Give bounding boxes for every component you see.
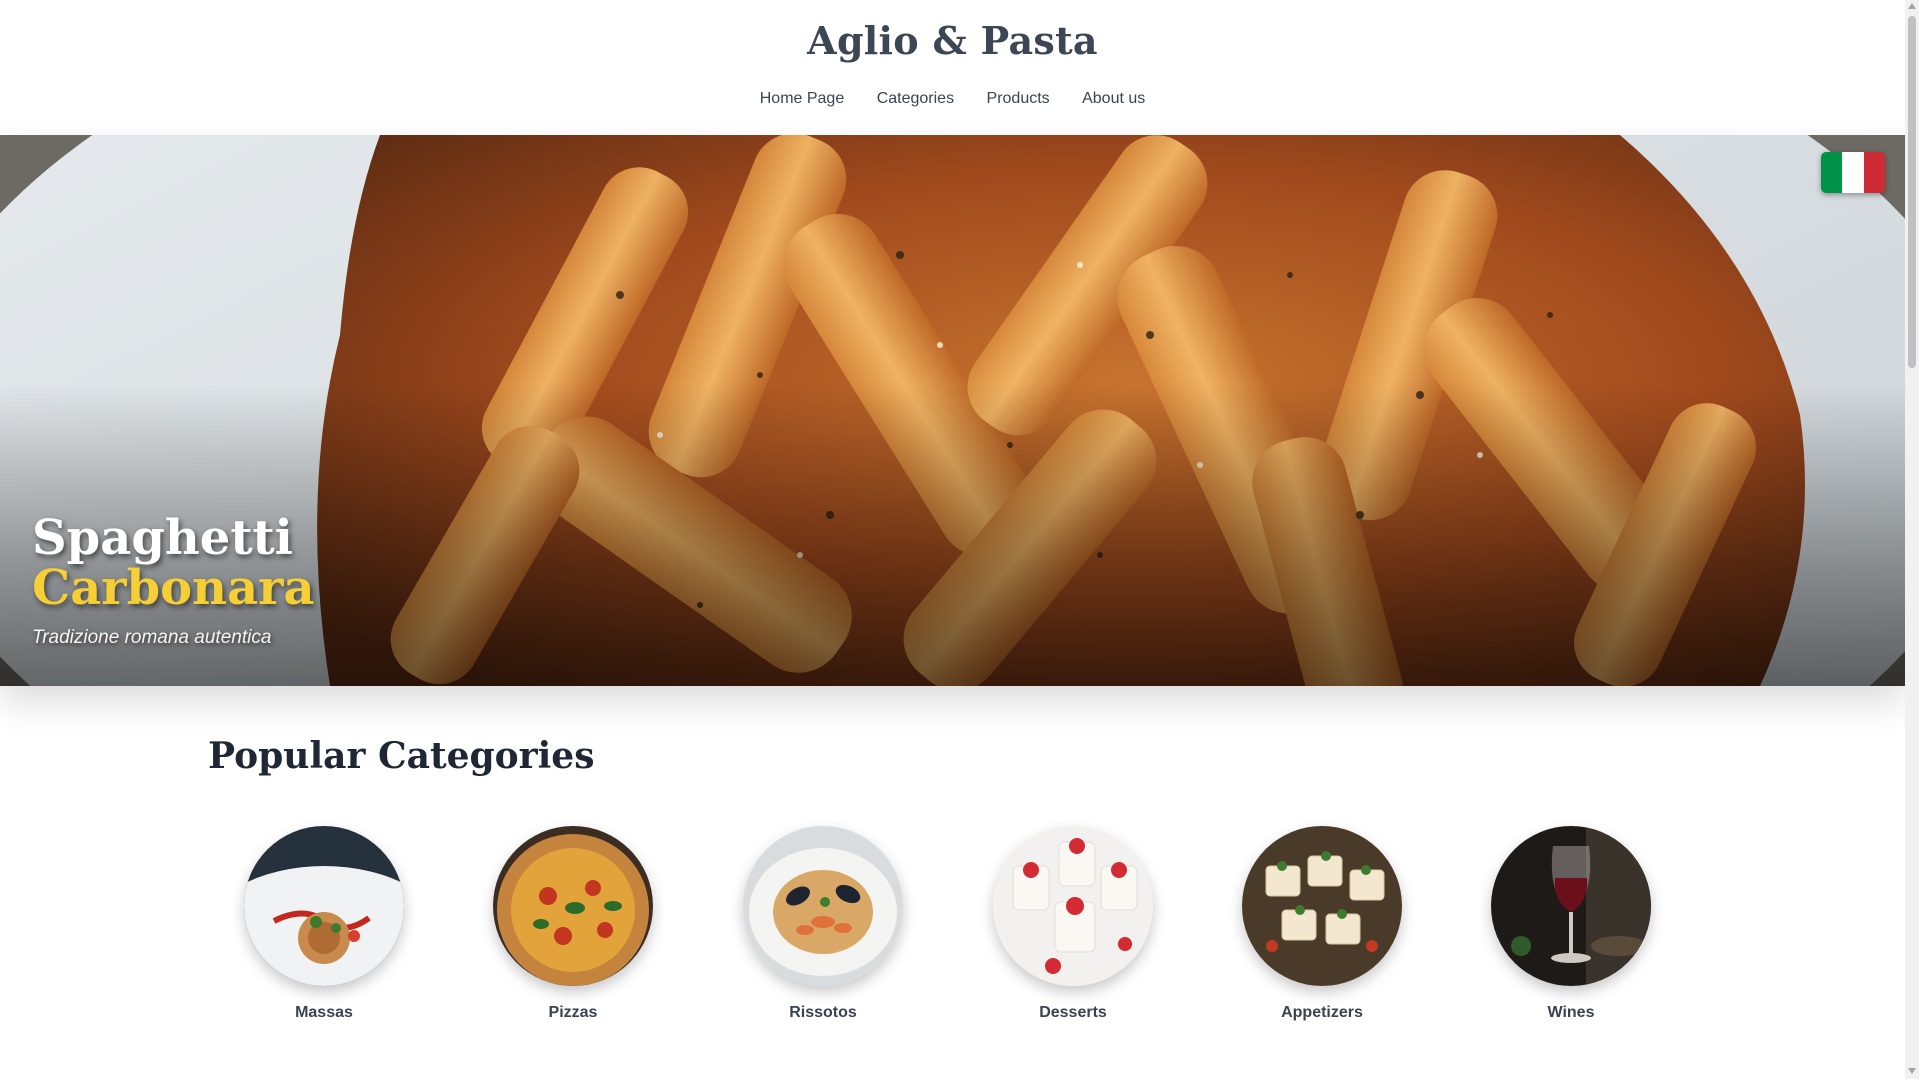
category-label[interactable]: Desserts: [993, 1004, 1153, 1022]
seafood-risotto-image[interactable]: [743, 826, 903, 986]
nav-categories-link[interactable]: Categories: [877, 90, 954, 108]
category-rissotos[interactable]: Rissotos: [743, 826, 903, 1022]
category-label[interactable]: Rissotos: [743, 1004, 903, 1022]
category-list: Massas Pizzas Rissotos Desserts Appetize…: [0, 826, 1905, 1026]
scroll-up-arrow-icon[interactable]: [1908, 3, 1916, 9]
hero-subtitle: Tradizione romana autentica: [32, 627, 272, 648]
hero-title-line2: Carbonara: [32, 560, 315, 616]
category-label[interactable]: Appetizers: [1242, 1004, 1402, 1022]
hero-title-line1: Spaghetti: [32, 510, 293, 566]
category-label[interactable]: Wines: [1491, 1004, 1651, 1022]
wine-glass-image[interactable]: [1491, 826, 1651, 986]
page-scrollbar[interactable]: [1905, 0, 1919, 1079]
scrollbar-thumb[interactable]: [1908, 16, 1916, 368]
hero-title: Spaghetti Carbonara: [32, 513, 315, 613]
hero-banner: Spaghetti Carbonara Tradizione romana au…: [0, 135, 1905, 686]
nav-about-link[interactable]: About us: [1082, 90, 1145, 108]
category-label[interactable]: Pizzas: [493, 1004, 653, 1022]
nav-products-link[interactable]: Products: [987, 90, 1050, 108]
flag-green-band: [1821, 152, 1843, 193]
pizza-image[interactable]: [493, 826, 653, 986]
nav-home-link[interactable]: Home Page: [760, 90, 845, 108]
category-wines[interactable]: Wines: [1491, 826, 1651, 1022]
page: Aglio & Pasta Home Page Categories Produ…: [0, 0, 1905, 1079]
category-desserts[interactable]: Desserts: [993, 826, 1153, 1022]
main-nav: Home Page Categories Products About us: [0, 90, 1905, 108]
appetizers-image[interactable]: [1242, 826, 1402, 986]
category-label[interactable]: Massas: [244, 1004, 404, 1022]
category-pizzas[interactable]: Pizzas: [493, 826, 653, 1022]
popular-categories-heading: Popular Categories: [208, 735, 595, 777]
flag-red-band: [1863, 152, 1885, 193]
site-logo[interactable]: Aglio & Pasta: [0, 18, 1905, 63]
category-massas[interactable]: Massas: [244, 826, 404, 1022]
scroll-down-arrow-icon[interactable]: [1908, 1068, 1916, 1074]
strawberry-dessert-image[interactable]: [993, 826, 1153, 986]
site-header: Aglio & Pasta Home Page Categories Produ…: [0, 0, 1905, 135]
spaghetti-plate-image[interactable]: [244, 826, 404, 986]
category-appetizers[interactable]: Appetizers: [1242, 826, 1402, 1022]
italy-flag-icon[interactable]: [1821, 152, 1885, 193]
flag-white-band: [1842, 152, 1864, 193]
